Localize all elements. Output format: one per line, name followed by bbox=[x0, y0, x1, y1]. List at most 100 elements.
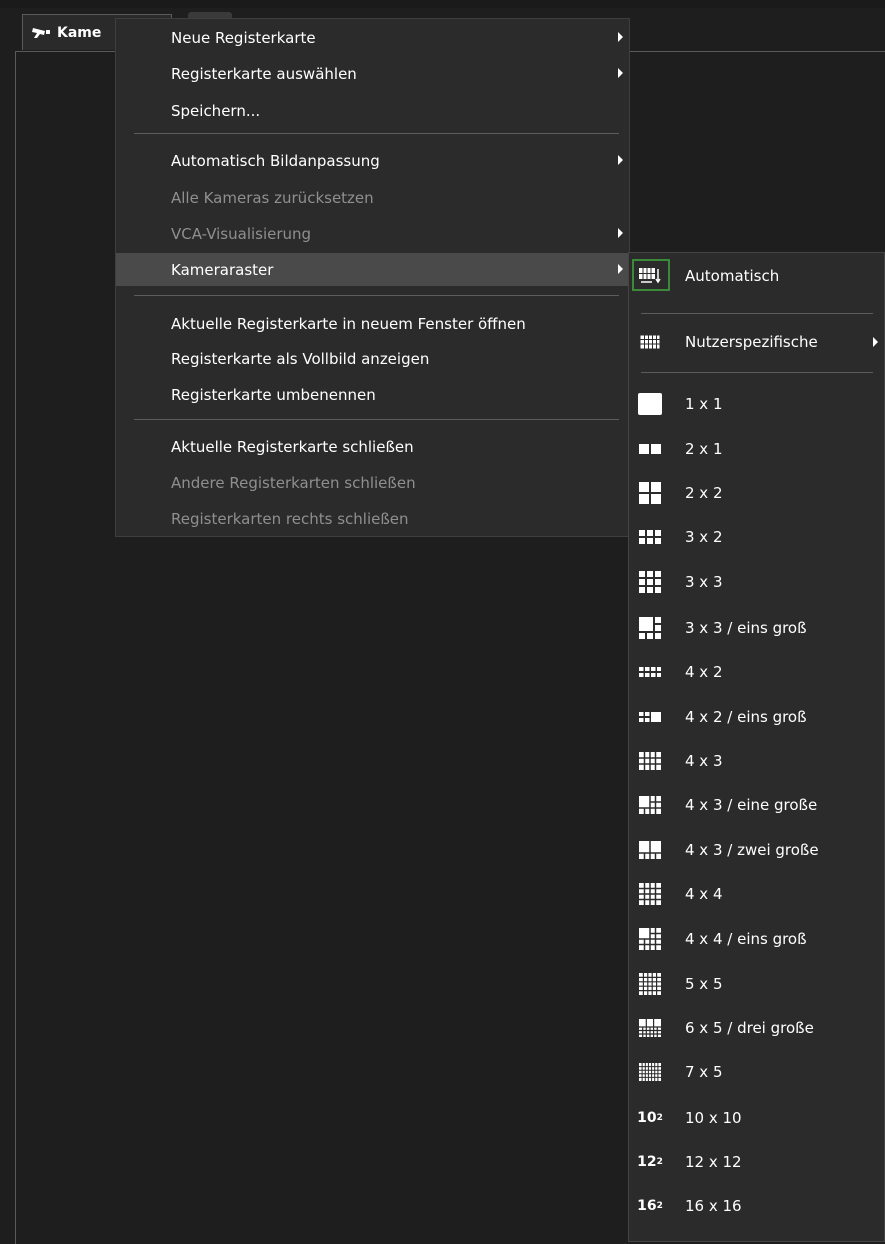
menu-item-label: Andere Registerkarten schließen bbox=[171, 473, 416, 492]
grid-option-label: 7 x 5 bbox=[685, 1063, 723, 1081]
grid-3x3-one-large-icon bbox=[638, 617, 662, 639]
submenu-separator bbox=[641, 372, 873, 373]
custom-grid-icon bbox=[638, 332, 662, 352]
menu-item-open-in-new-window[interactable]: Aktuelle Registerkarte in neuem Fenster … bbox=[116, 307, 629, 340]
grid-option-4x2[interactable]: 4 x 2 bbox=[629, 653, 884, 691]
menu-item-label: Aktuelle Registerkarte schließen bbox=[171, 437, 414, 456]
grid-size-badge: 16 bbox=[637, 1198, 657, 1214]
grid-size-exponent: 2 bbox=[656, 1201, 663, 1211]
grid-option-automatic[interactable]: Automatisch bbox=[629, 257, 884, 295]
menu-item-label: Neue Registerkarte bbox=[171, 28, 316, 47]
grid-4x2-one-large-icon bbox=[638, 707, 662, 727]
grid-4x3-two-large-icon bbox=[638, 840, 662, 860]
grid-option-label: 10 x 10 bbox=[685, 1109, 742, 1127]
grid-4x4-one-large-icon bbox=[638, 928, 662, 950]
top-bar bbox=[0, 0, 885, 8]
grid-option-label: 4 x 3 / eine große bbox=[685, 796, 818, 814]
grid-option-label: 3 x 3 / eins groß bbox=[685, 619, 807, 637]
tab-label: Kame bbox=[57, 24, 102, 41]
grid-option-label: 6 x 5 / drei große bbox=[685, 1019, 814, 1037]
grid-option-label: 4 x 2 bbox=[685, 663, 723, 681]
menu-separator bbox=[134, 133, 619, 134]
menu-item-label: Speichern... bbox=[171, 101, 261, 120]
menu-separator bbox=[134, 295, 619, 296]
grid-option-4x4-one-large[interactable]: 4 x 4 / eins groß bbox=[629, 920, 884, 958]
grid-4x2-icon bbox=[638, 662, 662, 682]
menu-item-save[interactable]: Speichern... bbox=[116, 94, 629, 127]
menu-separator bbox=[134, 419, 619, 420]
grid-5x5-icon bbox=[638, 973, 662, 995]
menu-item-close-other-tabs[interactable]: Andere Registerkarten schließen bbox=[116, 466, 629, 499]
grid-option-label: 4 x 3 / zwei große bbox=[685, 841, 819, 859]
grid-option-4x4[interactable]: 4 x 4 bbox=[629, 875, 884, 913]
grid-option-16x16[interactable]: 16 2 16 x 16 bbox=[629, 1187, 884, 1225]
grid-10x10-icon: 10 2 bbox=[637, 1108, 663, 1128]
grid-option-10x10[interactable]: 10 2 10 x 10 bbox=[629, 1099, 884, 1137]
grid-2x1-icon bbox=[638, 439, 662, 459]
grid-2x2-icon bbox=[638, 482, 662, 504]
grid-option-4x2-one-large[interactable]: 4 x 2 / eins groß bbox=[629, 698, 884, 736]
grid-option-label: 3 x 3 bbox=[685, 573, 723, 591]
grid-size-exponent: 2 bbox=[656, 1113, 663, 1123]
grid-option-label: 16 x 16 bbox=[685, 1197, 742, 1215]
grid-option-label: 4 x 4 bbox=[685, 885, 723, 903]
chevron-right-icon bbox=[618, 68, 623, 78]
menu-item-label: Registerkarte als Vollbild anzeigen bbox=[171, 349, 430, 368]
grid-option-label: 1 x 1 bbox=[685, 395, 723, 413]
grid-size-badge: 10 bbox=[637, 1110, 657, 1126]
grid-option-2x1[interactable]: 2 x 1 bbox=[629, 430, 884, 468]
camera-icon bbox=[32, 27, 50, 38]
grid-option-label: 3 x 2 bbox=[685, 528, 723, 546]
chevron-right-icon bbox=[618, 32, 623, 42]
menu-item-select-tab[interactable]: Registerkarte auswählen bbox=[116, 57, 629, 90]
menu-item-camera-grid[interactable]: Kameraraster bbox=[116, 253, 629, 286]
grid-option-label: Automatisch bbox=[685, 267, 780, 285]
menu-item-rename-tab[interactable]: Registerkarte umbenennen bbox=[116, 378, 629, 411]
context-menu: Neue Registerkarte Registerkarte auswähl… bbox=[115, 18, 630, 537]
grid-option-3x2[interactable]: 3 x 2 bbox=[629, 518, 884, 556]
chevron-right-icon bbox=[618, 228, 623, 238]
grid-option-3x3-one-large[interactable]: 3 x 3 / eins groß bbox=[629, 609, 884, 647]
grid-option-3x3[interactable]: 3 x 3 bbox=[629, 563, 884, 601]
auto-grid-icon bbox=[638, 266, 662, 286]
menu-item-close-tab[interactable]: Aktuelle Registerkarte schließen bbox=[116, 430, 629, 463]
grid-4x4-icon bbox=[638, 883, 662, 905]
grid-option-6x5-three-large[interactable]: 6 x 5 / drei große bbox=[629, 1009, 884, 1047]
grid-3x3-icon bbox=[638, 571, 662, 593]
grid-option-4x3-two-large[interactable]: 4 x 3 / zwei große bbox=[629, 831, 884, 869]
grid-3x2-icon bbox=[638, 527, 662, 547]
menu-item-label: Registerkarte umbenennen bbox=[171, 385, 376, 404]
grid-option-label: 4 x 4 / eins groß bbox=[685, 930, 807, 948]
grid-6x5-three-large-icon bbox=[638, 1018, 662, 1038]
grid-option-2x2[interactable]: 2 x 2 bbox=[629, 474, 884, 512]
grid-1x1-icon bbox=[638, 393, 662, 415]
grid-7x5-icon bbox=[638, 1062, 662, 1082]
grid-4x3-icon bbox=[638, 751, 662, 771]
grid-size-exponent: 2 bbox=[656, 1157, 663, 1167]
menu-item-close-tabs-right[interactable]: Registerkarten rechts schließen bbox=[116, 502, 629, 535]
menu-item-vca-visualization[interactable]: VCA-Visualisierung bbox=[116, 217, 629, 250]
grid-option-7x5[interactable]: 7 x 5 bbox=[629, 1053, 884, 1091]
grid-option-12x12[interactable]: 12 2 12 x 12 bbox=[629, 1143, 884, 1181]
menu-item-new-tab[interactable]: Neue Registerkarte bbox=[116, 21, 629, 54]
menu-item-auto-image-fit[interactable]: Automatisch Bildanpassung bbox=[116, 144, 629, 177]
chevron-right-icon bbox=[873, 337, 878, 347]
grid-option-4x3[interactable]: 4 x 3 bbox=[629, 742, 884, 780]
grid-option-label: 2 x 2 bbox=[685, 484, 723, 502]
grid-12x12-icon: 12 2 bbox=[637, 1152, 663, 1172]
menu-item-label: Registerkarten rechts schließen bbox=[171, 509, 409, 528]
menu-item-label: Kameraraster bbox=[171, 260, 274, 279]
menu-item-label: VCA-Visualisierung bbox=[171, 224, 312, 243]
grid-option-1x1[interactable]: 1 x 1 bbox=[629, 385, 884, 423]
panel-border bbox=[15, 51, 16, 1244]
menu-item-label: Aktuelle Registerkarte in neuem Fenster … bbox=[171, 314, 526, 333]
grid-option-4x3-one-large[interactable]: 4 x 3 / eine große bbox=[629, 786, 884, 824]
submenu-separator bbox=[641, 313, 873, 314]
grid-option-5x5[interactable]: 5 x 5 bbox=[629, 965, 884, 1003]
menu-item-fullscreen[interactable]: Registerkarte als Vollbild anzeigen bbox=[116, 342, 629, 375]
grid-size-badge: 12 bbox=[637, 1154, 657, 1170]
grid-16x16-icon: 16 2 bbox=[637, 1196, 663, 1216]
grid-option-custom[interactable]: Nutzerspezifische bbox=[629, 323, 884, 361]
menu-item-reset-cameras[interactable]: Alle Kameras zurücksetzen bbox=[116, 181, 629, 214]
grid-4x3-one-large-icon bbox=[638, 795, 662, 815]
